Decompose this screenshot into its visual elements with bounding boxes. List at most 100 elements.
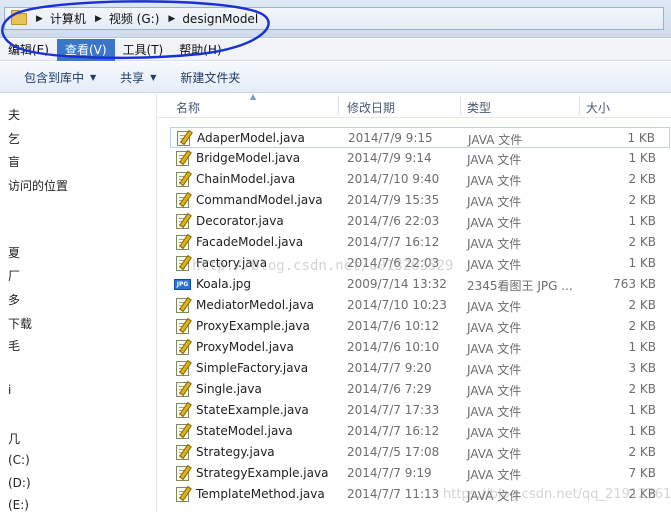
file-name: ProxyExample.java <box>196 319 310 333</box>
address-field[interactable]: ▶ 计算机 ▶ 视频 (G:) ▶ designModel <box>4 7 664 30</box>
file-row[interactable]: AdaperModel.java 2014/7/9 9:15 JAVA 文件 1 KB <box>170 127 670 148</box>
file-date: 2014/7/7 11:13 <box>347 487 440 501</box>
breadcrumb-folder[interactable]: designModel <box>182 12 258 26</box>
breadcrumb-drive[interactable]: 视频 (G:) <box>109 10 160 27</box>
nav-item-drive-d[interactable]: (D:) <box>8 476 31 490</box>
file-date: 2014/7/6 10:12 <box>347 319 440 333</box>
nav-item-recent-places[interactable]: 访问的位置 <box>8 177 68 194</box>
file-type: JAVA 文件 <box>467 468 522 482</box>
new-folder-button[interactable]: 新建文件夹 <box>168 62 252 93</box>
column-divider[interactable] <box>460 96 461 116</box>
file-row[interactable]: FacadeModel.java 2014/7/7 16:12 JAVA 文件 2 K… <box>170 232 670 253</box>
include-in-library-button[interactable]: 包含到库中 ▼ <box>0 62 108 93</box>
nav-item[interactable]: 多 <box>8 291 20 308</box>
chevron-right-icon[interactable]: ▶ <box>95 14 102 24</box>
menu-bar: 编辑(E) 查看(V) 工具(T) 帮助(H) <box>0 38 671 61</box>
address-bar: ▶ 计算机 ▶ 视频 (G:) ▶ designModel <box>0 0 671 38</box>
file-row[interactable]: ChainModel.java 2014/7/10 9:40 JAVA 文件 2 KB <box>170 169 670 190</box>
file-row[interactable]: StateModel.java 2014/7/7 16:12 JAVA 文件 1 KB <box>170 421 670 442</box>
file-type: JAVA 文件 <box>467 237 522 251</box>
file-type: JAVA 文件 <box>468 133 523 147</box>
file-row[interactable]: JPG Koala.jpg 2009/7/14 13:32 2345看图王 JPG .… <box>170 274 670 295</box>
column-header-type[interactable]: 类型 <box>467 99 491 116</box>
file-date: 2014/7/6 22:03 <box>347 214 440 228</box>
file-size: 1 KB <box>628 403 656 417</box>
java-file-icon <box>176 256 189 271</box>
java-file-icon <box>176 382 189 397</box>
nav-item[interactable]: 厂 <box>8 267 20 284</box>
java-file-icon <box>176 361 189 376</box>
file-date: 2009/7/14 13:32 <box>347 277 447 291</box>
column-divider[interactable] <box>579 96 580 116</box>
file-date: 2014/7/6 10:10 <box>347 340 440 354</box>
file-size: 2 KB <box>628 319 656 333</box>
nav-item-drive-e[interactable]: (E:) <box>8 498 29 512</box>
file-size: 2 KB <box>628 445 656 459</box>
sort-ascending-icon: ▲ <box>250 92 257 101</box>
column-header-name[interactable]: 名称 <box>176 99 200 116</box>
file-date: 2014/7/6 7:29 <box>347 382 432 396</box>
file-row[interactable]: MediatorMedol.java 2014/7/10 10:23 JAVA 文件… <box>170 295 670 316</box>
column-header-date[interactable]: 修改日期 <box>347 99 395 116</box>
file-type: JAVA 文件 <box>467 384 522 398</box>
menu-view[interactable]: 查看(V) <box>56 38 115 61</box>
file-size: 1 KB <box>627 131 655 145</box>
java-file-icon <box>176 235 189 250</box>
menu-edit[interactable]: 编辑(E) <box>0 39 57 61</box>
file-row[interactable]: Decorator.java 2014/7/6 22:03 JAVA 文件 1 KB <box>170 211 670 232</box>
file-row[interactable]: ProxyExample.java 2014/7/6 10:12 JAVA 文件 2 … <box>170 316 670 337</box>
file-date: 2014/7/9 9:15 <box>348 131 433 145</box>
file-size: 2 KB <box>628 382 656 396</box>
file-name: SimpleFactory.java <box>196 361 309 375</box>
java-file-icon <box>176 193 189 208</box>
caret-down-icon: ▼ <box>150 72 157 82</box>
file-size: 1 KB <box>628 151 656 165</box>
file-row[interactable]: StateExample.java 2014/7/7 17:33 JAVA 文件 1 … <box>170 400 670 421</box>
breadcrumb-computer[interactable]: 计算机 <box>50 10 86 27</box>
file-row[interactable]: BridgeModel.java 2014/7/9 9:14 JAVA 文件 1 KB <box>170 148 670 169</box>
java-file-icon <box>176 403 189 418</box>
command-toolbar: 包含到库中 ▼ 共享 ▼ 新建文件夹 <box>0 62 671 93</box>
file-row[interactable]: ProxyModel.java 2014/7/6 10:10 JAVA 文件 1 KB <box>170 337 670 358</box>
file-name: CommandModel.java <box>196 193 323 207</box>
column-header-size[interactable]: 大小 <box>586 99 610 116</box>
file-name: BridgeModel.java <box>196 151 301 165</box>
nav-item[interactable]: 毛 <box>8 337 20 354</box>
java-file-icon <box>176 487 189 502</box>
java-file-icon <box>176 214 189 229</box>
watermark-text: https://blog.csdn.net/qq_21912761 <box>443 487 671 502</box>
java-file-icon <box>176 424 189 439</box>
nav-item-downloads[interactable]: 下载 <box>8 315 32 332</box>
file-size: 1 KB <box>628 256 656 270</box>
nav-item[interactable]: 乞 <box>8 130 20 147</box>
nav-item-drive-c[interactable]: (C:) <box>8 453 30 467</box>
file-name: FacadeModel.java <box>196 235 304 249</box>
include-in-library-label: 包含到库中 <box>24 70 85 85</box>
menu-help[interactable]: 帮助(H) <box>171 39 229 61</box>
file-row[interactable]: CommandModel.java 2014/7/9 15:35 JAVA 文件 2 … <box>170 190 670 211</box>
file-name: AdaperModel.java <box>197 131 305 145</box>
navigation-pane: 夫 乞 盲 访问的位置 夏 厂 多 下载 毛 i 几 (C:) (D:) (E:… <box>0 94 157 512</box>
file-date: 2014/7/7 9:20 <box>347 361 432 375</box>
share-button[interactable]: 共享 ▼ <box>108 62 168 93</box>
file-name: ChainModel.java <box>196 172 296 186</box>
nav-item[interactable]: 夫 <box>8 106 20 123</box>
file-size: 1 KB <box>628 340 656 354</box>
java-file-icon <box>176 319 189 334</box>
nav-item[interactable]: 盲 <box>8 153 20 170</box>
menu-tools[interactable]: 工具(T) <box>115 39 172 61</box>
chevron-right-icon[interactable]: ▶ <box>36 14 43 24</box>
file-row[interactable]: Strategy.java 2014/7/5 17:08 JAVA 文件 2 KB <box>170 442 670 463</box>
nav-item[interactable]: i <box>8 383 11 397</box>
chevron-right-icon[interactable]: ▶ <box>168 14 175 24</box>
file-name: Single.java <box>196 382 262 396</box>
java-file-icon <box>176 298 189 313</box>
file-row[interactable]: Single.java 2014/7/6 7:29 JAVA 文件 2 KB <box>170 379 670 400</box>
file-date: 2014/7/7 9:19 <box>347 466 432 480</box>
file-row[interactable]: StrategyExample.java 2014/7/7 9:19 JAVA 文件… <box>170 463 670 484</box>
file-date: 2014/7/10 10:23 <box>347 298 447 312</box>
column-divider[interactable] <box>338 96 339 116</box>
file-row[interactable]: SimpleFactory.java 2014/7/7 9:20 JAVA 文件 3 … <box>170 358 670 379</box>
nav-item[interactable]: 几 <box>8 430 20 447</box>
nav-item[interactable]: 夏 <box>8 244 20 261</box>
